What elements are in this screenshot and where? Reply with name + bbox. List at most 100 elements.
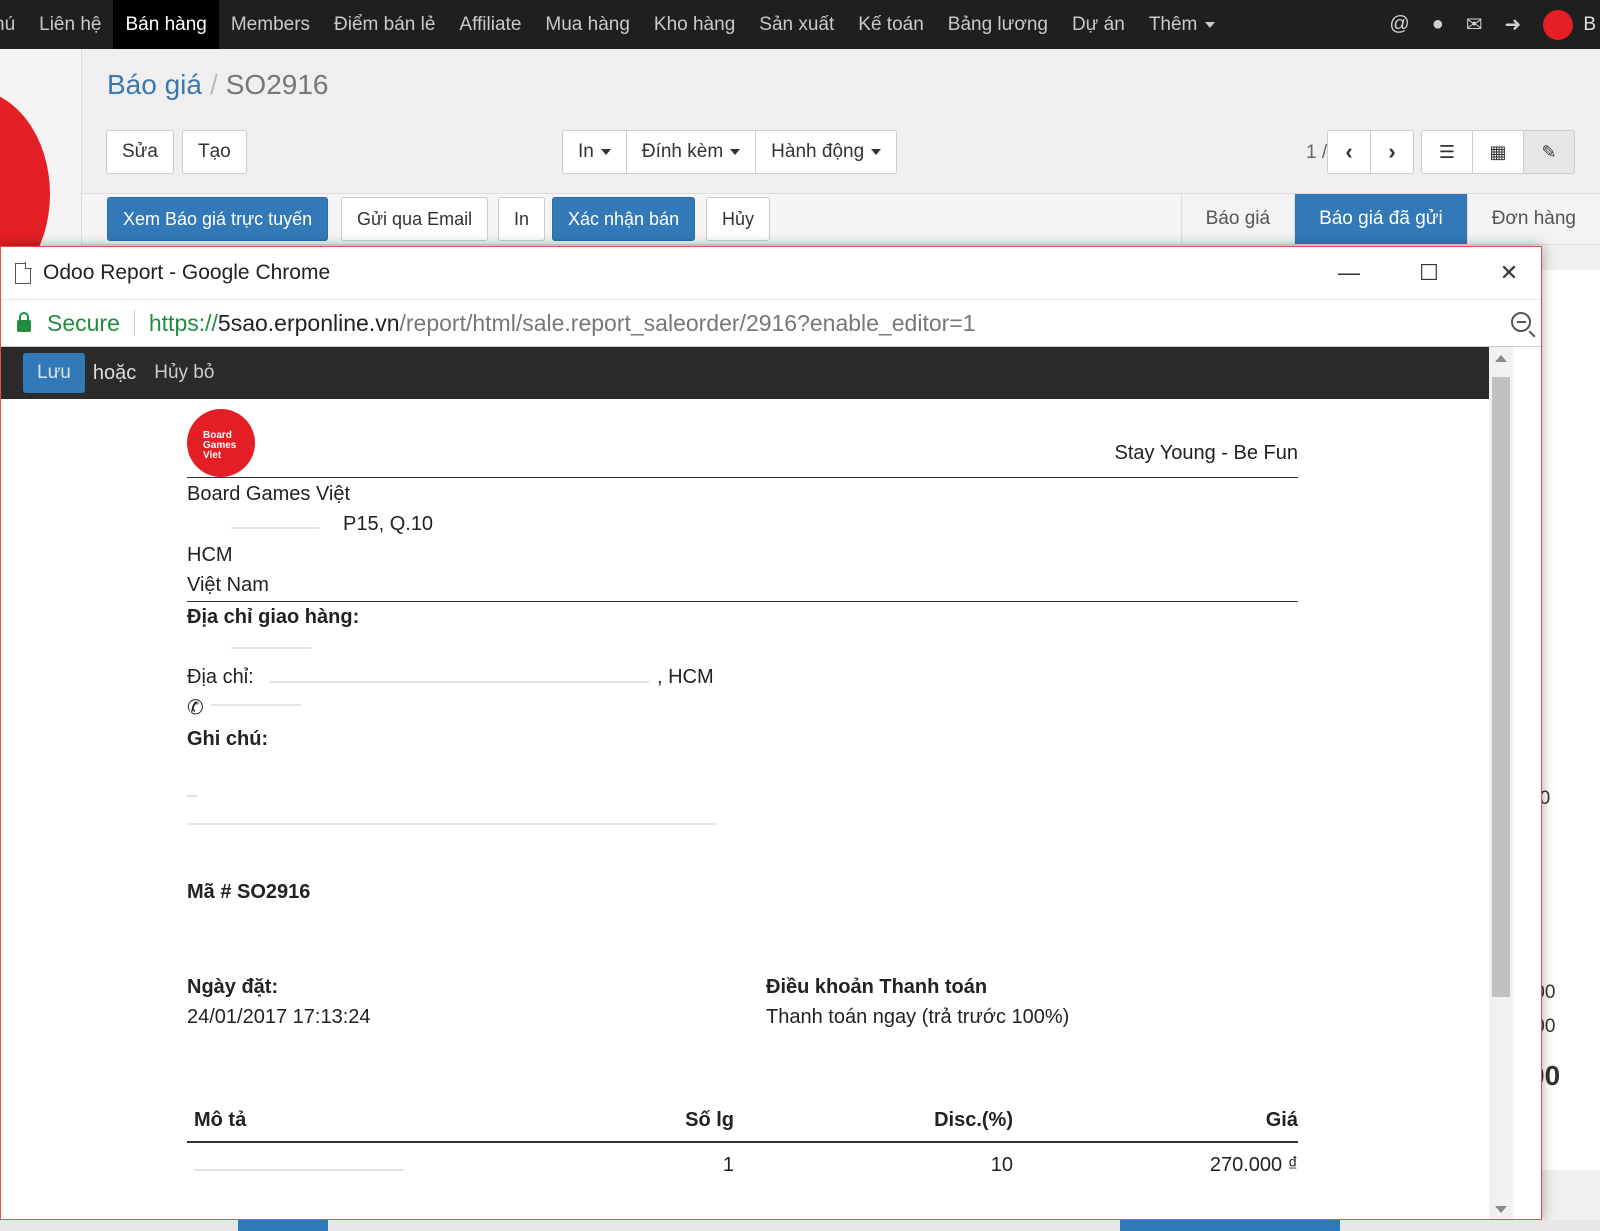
menu-item-payroll[interactable]: Bảng lương	[936, 0, 1060, 49]
chevron-down-icon	[730, 149, 741, 155]
url-scheme: https://	[148, 309, 218, 336]
systray: @ ● ✉ ➜ B	[1389, 0, 1600, 49]
kanban-view-icon[interactable]: ▦	[1472, 130, 1524, 174]
vertical-scrollbar[interactable]	[1489, 347, 1513, 1219]
window-controls: — ☐ ✕	[1337, 247, 1521, 299]
order-date-label: Ngày đặt:	[187, 976, 279, 998]
create-button[interactable]: Tạo	[182, 130, 247, 174]
discard-link[interactable]: Hủy bỏ	[154, 362, 214, 384]
next-icon[interactable]: ›	[1370, 130, 1414, 174]
menu-item-more-label: Thêm	[1148, 13, 1198, 35]
main-menu: hú Liên hệ Bán hàng Members Điểm bán lẻ …	[0, 0, 1227, 49]
company-slogan: Stay Young - Be Fun	[1114, 442, 1298, 464]
menu-item-accounting[interactable]: Kế toán	[846, 0, 936, 49]
table-cell-price: 270.000 ₫	[1209, 1154, 1298, 1176]
previous-icon[interactable]: ‹	[1327, 130, 1371, 174]
stage-pipeline: Báo giá Báo giá đã gửi Đơn hàng	[1180, 194, 1600, 244]
menu-item-more[interactable]: Thêm	[1137, 0, 1228, 49]
menu-item-manufacturing[interactable]: Sản xuất	[747, 0, 846, 49]
menu-item-pos[interactable]: Điểm bán lẻ	[322, 0, 447, 49]
minimize-icon[interactable]: —	[1337, 260, 1361, 286]
zoom-icon[interactable]	[1511, 312, 1531, 332]
messages-icon[interactable]: ✉	[1466, 12, 1483, 37]
order-date-value: 24/01/2017 17:13:24	[187, 1006, 371, 1028]
chat-icon[interactable]: ●	[1432, 13, 1444, 36]
redacted-text	[194, 1169, 404, 1171]
window-titlebar: Odoo Report - Google Chrome — ☐ ✕	[1, 247, 1541, 299]
address-bar[interactable]: Secure https://5sao.erponline.vn/report/…	[1, 299, 1541, 347]
document-icon	[15, 261, 32, 284]
cancel-button[interactable]: Hủy	[706, 197, 771, 241]
report-document: Board Games Viet Stay Young - Be Fun Boa…	[1, 399, 1489, 1219]
table-header-divider	[187, 1141, 1298, 1143]
user-avatar[interactable]	[1543, 9, 1574, 40]
print-dropdown[interactable]: In	[562, 130, 627, 174]
menu-item-contacts[interactable]: Liên hệ	[27, 0, 113, 49]
scroll-down-icon[interactable]	[1495, 1206, 1507, 1213]
stage-sales-order[interactable]: Đơn hàng	[1466, 194, 1600, 244]
company-city: HCM	[187, 544, 233, 566]
form-view-icon[interactable]: ✎	[1523, 130, 1575, 174]
header-divider	[187, 477, 1298, 478]
breadcrumb: Báo giá / SO2916	[107, 69, 329, 101]
save-button[interactable]: Lưu	[23, 353, 85, 393]
menu-item-affiliate[interactable]: Affiliate	[447, 0, 533, 49]
background-button	[238, 1220, 328, 1231]
company-logo: Board Games Viet	[187, 409, 255, 477]
attach-dropdown[interactable]: Đính kèm	[625, 130, 757, 174]
redacted-text	[187, 823, 717, 825]
chevron-down-icon	[871, 149, 882, 155]
list-view-icon[interactable]: ☰	[1421, 130, 1473, 174]
order-reference: Mã # SO2916	[187, 881, 311, 903]
menu-item-inventory[interactable]: Kho hàng	[642, 0, 747, 49]
confirm-sale-button[interactable]: Xác nhận bán	[552, 197, 696, 241]
url-text[interactable]: https://5sao.erponline.vn/report/html/sa…	[149, 310, 976, 337]
scrollbar-thumb[interactable]	[1492, 377, 1510, 997]
send-email-button[interactable]: Gửi qua Email	[341, 197, 489, 241]
user-name[interactable]: B	[1583, 14, 1596, 36]
address-prefix: Địa chỉ:	[187, 666, 254, 688]
breadcrumb-separator: /	[209, 69, 218, 100]
view-switcher: ☰ ▦ ✎	[1421, 130, 1575, 174]
address-divider	[187, 601, 1298, 602]
url-host: 5sao.erponline.vn	[217, 309, 400, 336]
status-bar: Xem Báo giá trực tuyến Gửi qua Email In …	[82, 193, 1600, 245]
action-dropdown-label: Hành động	[771, 141, 865, 162]
edit-button[interactable]: Sửa	[106, 130, 174, 174]
view-online-quote-button[interactable]: Xem Báo giá trực tuyến	[107, 197, 329, 241]
top-navbar: hú Liên hệ Bán hàng Members Điểm bán lẻ …	[0, 0, 1600, 49]
menu-item-purchase[interactable]: Mua hàng	[533, 0, 642, 49]
address-city: , HCM	[657, 666, 714, 688]
breadcrumb-current: SO2916	[225, 69, 329, 100]
lock-icon[interactable]	[17, 312, 31, 332]
report-popup-window: Odoo Report - Google Chrome — ☐ ✕ Secure…	[0, 246, 1542, 1220]
breadcrumb-quotations[interactable]: Báo giá	[107, 69, 202, 100]
mention-icon[interactable]: @	[1389, 13, 1409, 36]
scroll-up-icon[interactable]	[1495, 355, 1507, 362]
table-cell-discount: 10	[990, 1154, 1013, 1176]
or-label: hoặc	[92, 361, 137, 384]
menu-item-sales[interactable]: Bán hàng	[113, 0, 219, 49]
close-icon[interactable]: ✕	[1497, 260, 1521, 286]
redacted-text	[211, 704, 301, 706]
sign-in-icon[interactable]: ➜	[1505, 12, 1522, 37]
stage-quotation-sent[interactable]: Báo giá đã gửi	[1294, 194, 1467, 244]
attach-dropdown-label: Đính kèm	[641, 141, 724, 162]
print-button[interactable]: In	[498, 197, 546, 241]
redacted-text	[269, 681, 649, 683]
company-name: Board Games Việt	[187, 483, 351, 505]
table-cell-quantity: 1	[722, 1154, 734, 1176]
menu-item-partial[interactable]: hú	[0, 0, 27, 49]
secure-label[interactable]: Secure	[47, 310, 120, 337]
editor-toolbar: Lưu hoặc Hủy bỏ	[1, 347, 1489, 399]
action-button-group: In Đính kèm Hành động	[562, 130, 898, 174]
menu-item-project[interactable]: Dự án	[1060, 0, 1137, 49]
column-header-quantity: Số lg	[685, 1109, 734, 1131]
maximize-icon[interactable]: ☐	[1417, 260, 1441, 286]
menu-item-members[interactable]: Members	[219, 0, 322, 49]
action-dropdown[interactable]: Hành động	[755, 130, 898, 174]
url-path: /report/html/sale.report_saleorder/2916?…	[399, 309, 976, 336]
stage-quotation[interactable]: Báo giá	[1180, 194, 1295, 244]
column-header-price: Giá	[1265, 1109, 1298, 1131]
pager-buttons: ‹ ›	[1327, 130, 1414, 174]
